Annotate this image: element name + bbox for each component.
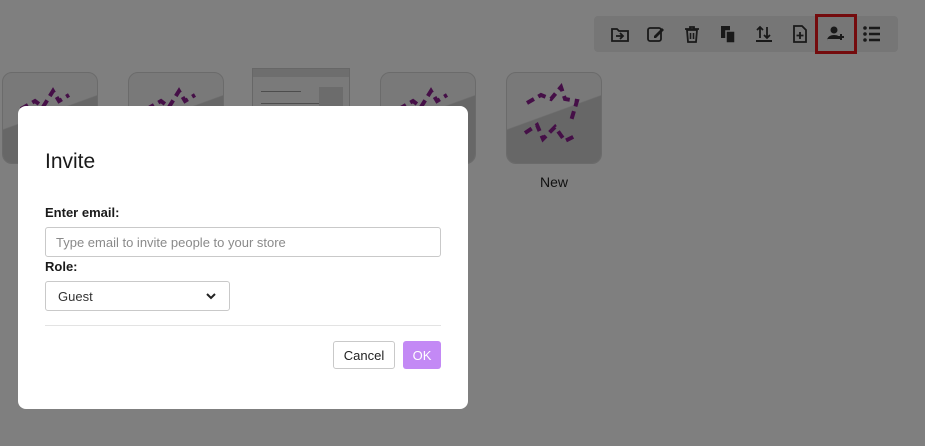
role-selected-value: Guest	[58, 288, 93, 304]
role-select[interactable]: Guest	[45, 281, 230, 311]
role-label: Role:	[45, 259, 78, 274]
invite-dialog: Invite Enter email: Role: Guest Cancel O…	[18, 106, 468, 409]
dialog-divider	[45, 325, 441, 326]
cancel-button[interactable]: Cancel	[333, 341, 395, 369]
email-input[interactable]	[45, 227, 441, 257]
email-label: Enter email:	[45, 205, 120, 220]
chevron-down-icon	[206, 293, 216, 300]
ok-button[interactable]: OK	[403, 341, 441, 369]
dialog-title: Invite	[45, 150, 96, 173]
